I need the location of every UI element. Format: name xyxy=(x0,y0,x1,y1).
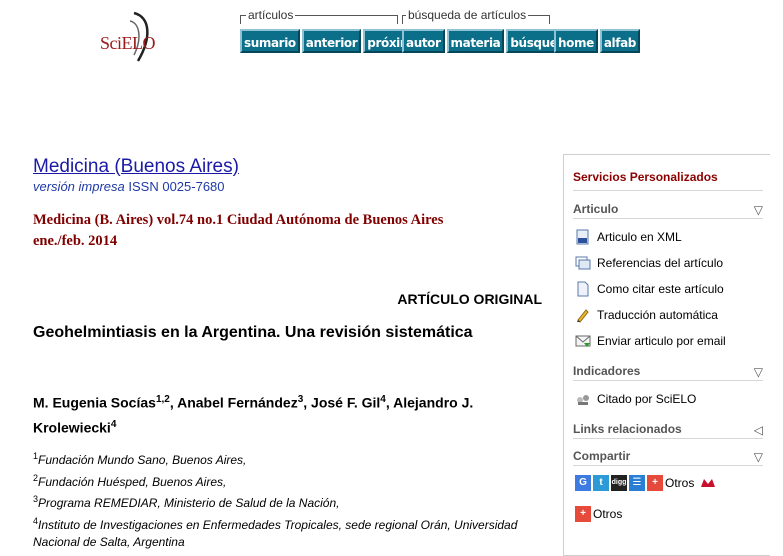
google-share-icon[interactable]: G xyxy=(575,475,591,491)
section-links-relacionados[interactable]: Links relacionados ◁ xyxy=(573,420,763,439)
author-button[interactable]: autor xyxy=(402,29,445,53)
cited-by-icon xyxy=(575,391,591,407)
issue-citation: Medicina (B. Aires) vol.74 no.1 Ciudad A… xyxy=(33,212,444,249)
others-share-link[interactable]: Otros xyxy=(665,476,694,490)
auto-translate-link[interactable]: Traducción automática xyxy=(575,307,718,323)
cited-by-scielo-link[interactable]: Citado por SciELO xyxy=(575,391,696,407)
article-xml-link[interactable]: Articulo en XML xyxy=(575,229,682,245)
services-sidebar: Servicios Personalizados Articulo ▽ Arti… xyxy=(563,154,770,556)
delicious-share-icon[interactable]: ☰ xyxy=(629,475,645,491)
plus-share-icon[interactable]: + xyxy=(575,506,591,522)
article-references-link[interactable]: Referencias del artículo xyxy=(575,255,723,271)
email-icon xyxy=(575,333,591,349)
author-sup: 1,2 xyxy=(155,394,170,405)
version-label: versión impresa xyxy=(33,179,125,194)
alphabetic-button[interactable]: alfab xyxy=(599,29,640,53)
nav-group-articles-label: artículos xyxy=(246,8,296,22)
logo-text: SciELO xyxy=(100,33,156,53)
plus-share-icon[interactable]: + xyxy=(647,475,663,491)
share-others-row: + Otros xyxy=(575,506,622,522)
twitter-share-icon[interactable]: t xyxy=(593,475,609,491)
summary-button[interactable]: sumario xyxy=(240,29,300,53)
journal-version: versión impresa ISSN 0025-7680 xyxy=(33,179,225,194)
journal-title-link[interactable]: Medicina (Buenos Aires) xyxy=(33,156,239,178)
chevron-down-icon: ▽ xyxy=(753,203,763,217)
affiliation-item: 1Fundación Mundo Sano, Buenos Aires, xyxy=(33,451,247,467)
digg-share-icon[interactable]: digg xyxy=(611,475,627,491)
xml-document-icon xyxy=(575,229,591,245)
sidebar-title: Servicios Personalizados xyxy=(573,170,718,184)
email-article-link[interactable]: Enviar articulo por email xyxy=(575,333,726,349)
previous-button[interactable]: anterior xyxy=(301,29,362,53)
chevron-left-icon: ◁ xyxy=(753,423,763,437)
section-compartir[interactable]: Compartir ▽ xyxy=(573,447,763,466)
author-list: M. Eugenia Socías1,2, Anabel Fernández3,… xyxy=(33,394,474,436)
chevron-down-icon: ▽ xyxy=(753,450,763,464)
others-share-link[interactable]: Otros xyxy=(593,507,622,521)
subject-button[interactable]: materia xyxy=(446,29,505,53)
affiliation-item: 2Fundación Huésped, Buenos Aires, xyxy=(33,472,227,489)
references-icon xyxy=(575,255,591,271)
affiliation-item: 4Instituto de Investigaciones en Enferme… xyxy=(33,515,518,550)
author-name: Anabel Fernández xyxy=(177,394,298,411)
affiliation-item: 3Programa REMEDIAR, Ministerio de Salud … xyxy=(33,494,340,510)
cite-article-link[interactable]: Como citar este artículo xyxy=(575,281,724,297)
author-name: M. Eugenia Socías xyxy=(33,394,156,411)
chevron-down-icon: ▽ xyxy=(753,365,763,379)
scielo-logo[interactable]: SciELO xyxy=(100,9,170,67)
share-buttons-row: G t digg ☰ + Otros xyxy=(575,475,717,491)
author-name: José F. Gil xyxy=(311,394,381,411)
affiliation-list: 1Fundación Mundo Sano, Buenos Aires, 2Fu… xyxy=(33,448,533,552)
home-button[interactable]: home xyxy=(554,29,598,53)
nav-group-search-label: búsqueda de artículos xyxy=(406,8,529,22)
section-indicadores[interactable]: Indicadores ▽ xyxy=(573,362,763,381)
issn: ISSN 0025-7680 xyxy=(128,179,225,194)
article-title: Geohelmintiasis en la Argentina. Una rev… xyxy=(33,324,473,341)
section-articulo[interactable]: Articulo ▽ xyxy=(573,200,763,219)
author-sup: 4 xyxy=(110,418,117,430)
pencil-icon xyxy=(575,307,591,323)
document-icon xyxy=(575,281,591,297)
article-section-type: ARTÍCULO ORIGINAL xyxy=(397,291,542,307)
mendeley-share-icon[interactable] xyxy=(700,475,717,491)
